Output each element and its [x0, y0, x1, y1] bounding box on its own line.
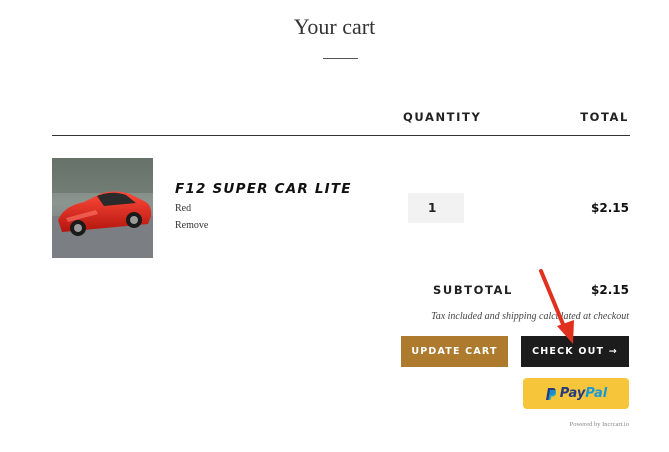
update-cart-button[interactable]: UPDATE CART	[401, 336, 508, 367]
page-title: Your cart	[293, 14, 376, 39]
paypal-wordmark-pay: Pay	[559, 386, 586, 401]
product-name[interactable]: F12 SUPER CAR LITE	[175, 181, 352, 197]
title-divider	[323, 58, 358, 59]
line-item-total: $2.15	[591, 201, 629, 215]
paypal-wordmark-pal: Pal	[585, 386, 608, 401]
product-variant: Red	[175, 203, 192, 214]
subtotal-label: SUBTOTAL	[433, 283, 513, 297]
remove-link[interactable]: Remove	[175, 220, 208, 231]
checkout-button[interactable]: CHECK OUT →	[521, 336, 629, 367]
paypal-logo-icon	[545, 387, 556, 400]
total-column-header: TOTAL	[580, 110, 629, 124]
header-divider	[52, 135, 630, 136]
paypal-button[interactable]: PayPal	[523, 378, 629, 409]
red-sports-car-image	[52, 158, 153, 258]
subtotal-value: $2.15	[591, 283, 629, 297]
tax-shipping-note: Tax included and shipping calculated at …	[431, 311, 629, 322]
powered-by-text: Powered by Incrcart.io	[569, 421, 629, 428]
product-image[interactable]	[52, 158, 153, 258]
quantity-column-header: QUANTITY	[403, 110, 482, 124]
quantity-input[interactable]	[408, 193, 464, 223]
